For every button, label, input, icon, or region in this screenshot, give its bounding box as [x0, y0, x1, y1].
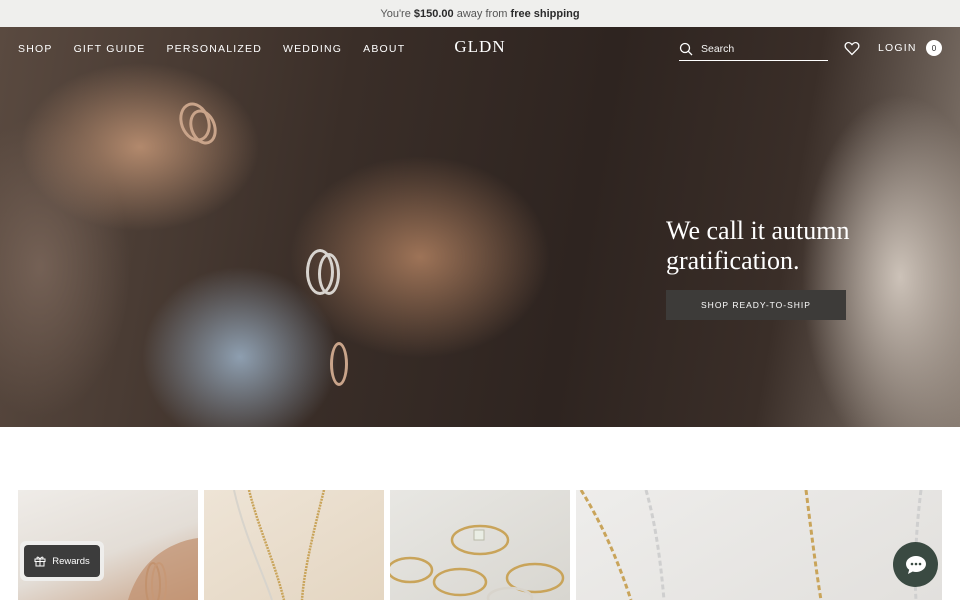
nav-about[interactable]: ABOUT [363, 43, 405, 55]
category-tile[interactable] [390, 490, 570, 600]
cart-icon[interactable]: 0 [926, 40, 942, 56]
cart-count: 0 [931, 43, 937, 53]
nav-gift-guide[interactable]: GIFT GUIDE [74, 43, 146, 55]
hero-title-line2: gratification. [666, 246, 800, 275]
tile-image [579, 490, 923, 600]
chat-icon [905, 555, 926, 574]
rewards-widget: Rewards [20, 541, 104, 581]
logo[interactable]: GLDN [430, 37, 530, 57]
gift-icon [34, 556, 46, 567]
rewards-button[interactable]: Rewards [24, 545, 100, 577]
login-link[interactable]: LOGIN [878, 42, 917, 54]
ring-graphic [330, 342, 348, 386]
announcement-prefix: You're [380, 7, 411, 20]
shop-ready-to-ship-button[interactable]: SHOP READY-TO-SHIP [666, 290, 846, 320]
hero-title: We call it autumn gratification. [666, 216, 926, 276]
tile-image [390, 524, 565, 600]
hero-copy: We call it autumn gratification. [666, 216, 926, 276]
category-tile[interactable] [576, 490, 942, 600]
chat-button[interactable] [893, 542, 938, 587]
search-input[interactable] [701, 43, 821, 55]
tile-image [233, 490, 326, 600]
main-nav: SHOP GIFT GUIDE PERSONALIZED WEDDING ABO… [18, 27, 405, 71]
site-header: SHOP GIFT GUIDE PERSONALIZED WEDDING ABO… [0, 27, 960, 71]
announcement-highlight: free shipping [510, 7, 580, 20]
ring-graphic [318, 253, 340, 295]
announcement-amount: $150.00 [413, 7, 454, 20]
category-tile[interactable] [204, 490, 384, 600]
announcement-middle: away from [456, 7, 508, 20]
nav-wedding[interactable]: WEDDING [283, 43, 342, 55]
nav-shop[interactable]: SHOP [18, 43, 53, 55]
rewards-label: Rewards [52, 555, 90, 567]
heart-icon[interactable] [844, 41, 860, 56]
search-bar [679, 38, 828, 61]
nav-personalized[interactable]: PERSONALIZED [166, 43, 262, 55]
hero-title-line1: We call it autumn [666, 216, 850, 245]
search-icon[interactable] [679, 42, 693, 56]
announcement-bar: You're $150.00 away from free shipping [0, 0, 960, 27]
